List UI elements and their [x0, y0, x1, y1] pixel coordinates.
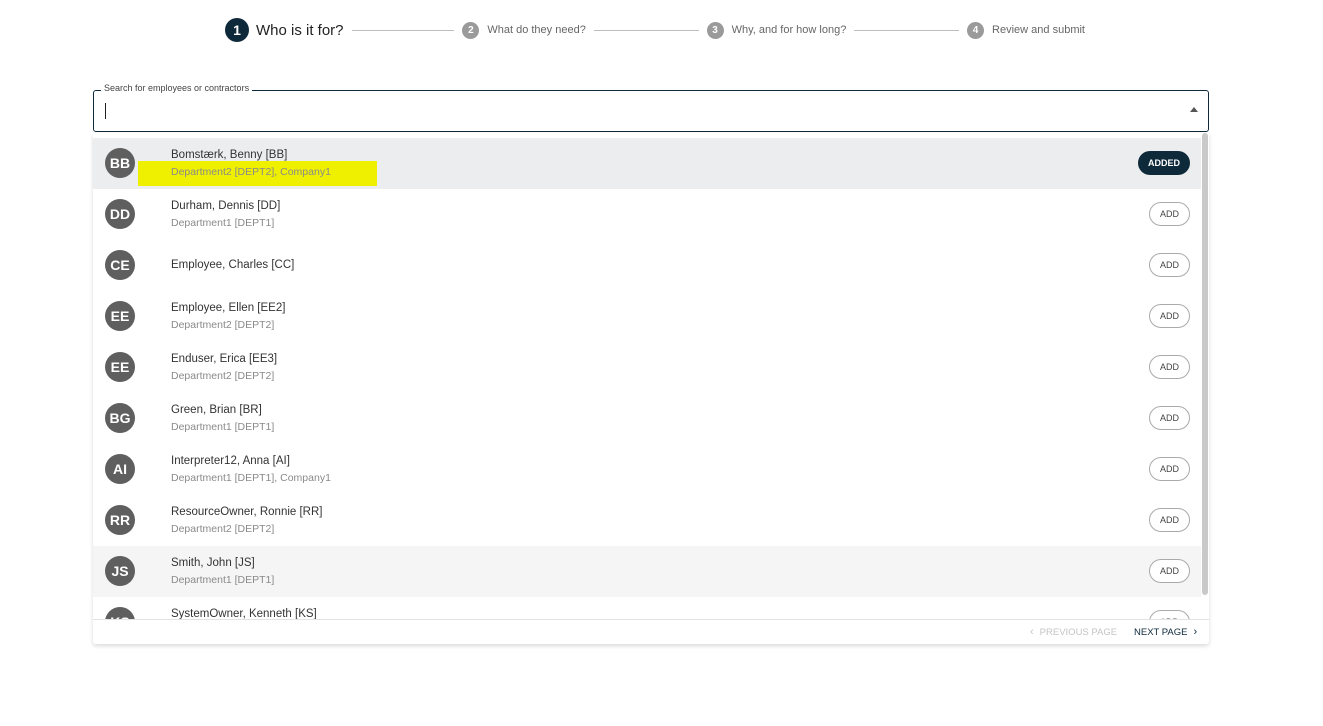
step-why[interactable]: 3 Why, and for how long? [706, 21, 847, 39]
person-department: Department1 [DEPT1] [171, 217, 275, 229]
step-who[interactable]: 1 Who is it for? [225, 18, 344, 42]
list-item[interactable]: AI Interpreter12, Anna [AI] Department1 [D… [93, 444, 1201, 495]
person-department: Department2 [DEPT2] [171, 370, 275, 382]
add-button[interactable]: ADD [1149, 202, 1190, 226]
person-name: Interpreter12, Anna [AI] [171, 455, 290, 467]
chevron-left-icon: ‹ [1030, 626, 1034, 638]
search-field[interactable]: Search for employees or contractors [93, 83, 1209, 132]
step-label-why: Why, and for how long? [731, 24, 847, 36]
previous-page-button[interactable]: ‹ PREVIOUS PAGE [1024, 626, 1117, 638]
person-name: Smith, John [JS] [171, 557, 255, 569]
step-label-what: What do they need? [487, 24, 586, 36]
avatar: KS [105, 607, 135, 619]
step-number-3: 3 [706, 21, 724, 39]
step-review[interactable]: 4 Review and submit [967, 21, 1085, 39]
results-list: BB Bomstærk, Benny [BB] Department2 [DEPT2… [93, 138, 1201, 619]
person-name: Durham, Dennis [DD] [171, 200, 281, 212]
person-name: Employee, Ellen [EE2] [171, 302, 286, 314]
add-button[interactable]: ADD [1149, 559, 1190, 583]
avatar: AI [105, 454, 135, 484]
step-number-2: 2 [462, 21, 480, 39]
person-name: Green, Brian [BR] [171, 404, 262, 416]
step-connector [854, 29, 960, 31]
add-button[interactable]: ADD [1149, 610, 1190, 619]
list-item[interactable]: BG Green, Brian [BR] Department1 [DEPT1] AD… [93, 393, 1201, 444]
added-button[interactable]: ADDED [1138, 151, 1190, 175]
person-department: Department2 [DEPT2] [171, 523, 275, 535]
avatar: DD [105, 199, 135, 229]
progress-stepper: 1 Who is it for? 2 What do they need? 3 … [225, 18, 1085, 42]
search-field-label: Search for employees or contractors [101, 83, 253, 93]
next-page-button[interactable]: NEXT PAGE › [1134, 626, 1203, 638]
avatar: CE [105, 250, 135, 280]
list-item[interactable]: EE Employee, Ellen [EE2] Department2 [DEPT… [93, 291, 1201, 342]
chevron-right-icon: › [1193, 626, 1198, 638]
step-number-1: 1 [225, 18, 249, 42]
list-item[interactable]: CE Employee, Charles [CC] ADD [93, 240, 1201, 291]
person-department: Department1 [DEPT1], Company1 [171, 472, 331, 484]
avatar: RR [105, 505, 135, 535]
avatar: EE [105, 301, 135, 331]
step-connector [593, 29, 699, 31]
person-department: Department1 [DEPT1] [171, 574, 275, 586]
person-name: Bomstærk, Benny [BB] [171, 149, 288, 161]
step-what[interactable]: 2 What do they need? [462, 21, 586, 39]
add-button[interactable]: ADD [1149, 355, 1190, 379]
add-button[interactable]: ADD [1149, 457, 1190, 481]
add-button[interactable]: ADD [1149, 508, 1190, 532]
dropdown-toggle-icon[interactable] [1190, 107, 1198, 112]
person-name: SystemOwner, Kenneth [KS] [171, 608, 317, 619]
list-item[interactable]: BB Bomstærk, Benny [BB] Department2 [DEPT2… [93, 138, 1201, 189]
scrollbar[interactable] [1202, 133, 1208, 595]
avatar: BB [105, 148, 135, 178]
person-name: ResourceOwner, Ronnie [RR] [171, 506, 323, 518]
avatar: EE [105, 352, 135, 382]
person-department: Department1 [DEPT1] [171, 421, 275, 433]
step-number-4: 4 [967, 21, 985, 39]
previous-page-label: PREVIOUS PAGE [1039, 626, 1118, 638]
step-label-review: Review and submit [992, 24, 1085, 36]
list-item[interactable]: KSSystemOwner, Kenneth [KS]Department1 [… [93, 597, 1201, 619]
person-department: Department2 [DEPT2], Company1 [171, 166, 331, 178]
text-cursor [105, 103, 106, 119]
person-department: Department2 [DEPT2] [171, 319, 275, 331]
person-name: Employee, Charles [CC] [171, 259, 295, 271]
step-label-who: Who is it for? [256, 21, 344, 39]
person-name: Enduser, Erica [EE3] [171, 353, 278, 365]
list-item[interactable]: JS Smith, John [JS] Department1 [DEPT1] ADD [93, 546, 1201, 597]
avatar: JS [105, 556, 135, 586]
add-button[interactable]: ADD [1149, 406, 1190, 430]
avatar: BG [105, 403, 135, 433]
search-input[interactable] [104, 101, 1164, 121]
step-connector [351, 29, 455, 31]
add-button[interactable]: ADD [1149, 253, 1190, 277]
search-results-dropdown: BB Bomstærk, Benny [BB] Department2 [DEPT2… [93, 133, 1209, 644]
next-page-label: NEXT PAGE [1134, 626, 1188, 638]
add-button[interactable]: ADD [1149, 304, 1190, 328]
list-item[interactable]: EE Enduser, Erica [EE3] Department2 [DEPT2… [93, 342, 1201, 393]
pagination: ‹ PREVIOUS PAGE NEXT PAGE › [93, 619, 1209, 644]
list-item[interactable]: RR ResourceOwner, Ronnie [RR] Department2 … [93, 495, 1201, 546]
list-item[interactable]: DD Durham, Dennis [DD] Department1 [DEPT1]… [93, 189, 1201, 240]
